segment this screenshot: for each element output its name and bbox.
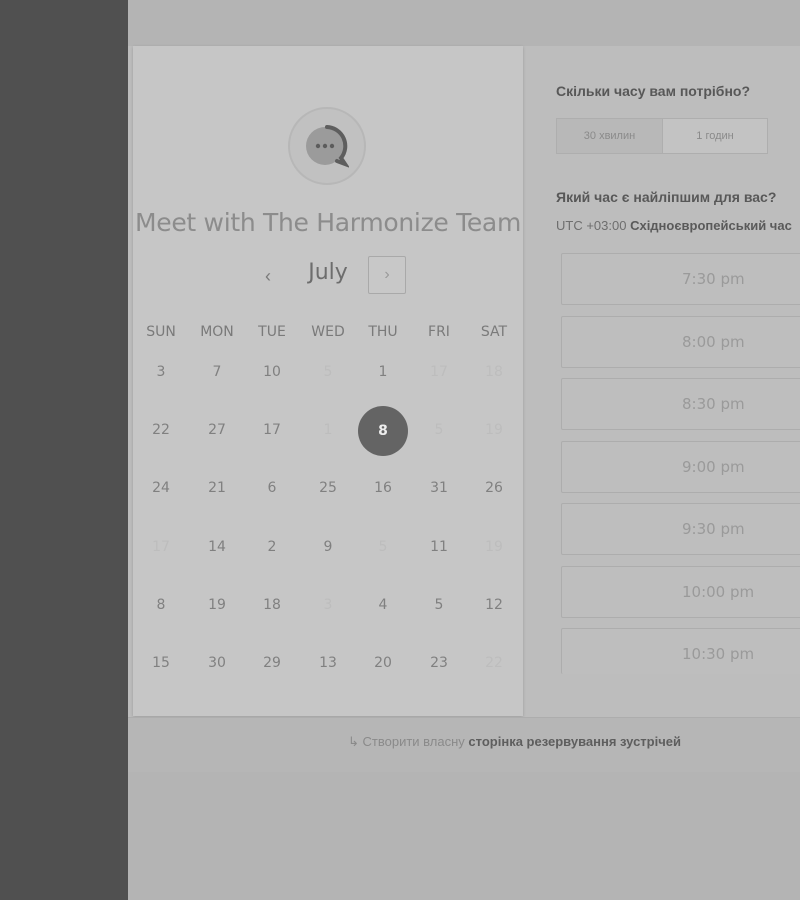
weekday-label: MON <box>200 324 234 340</box>
time-slot-label: 10:00 pm <box>682 583 755 601</box>
footer-prefix: Створити власну <box>362 734 465 749</box>
calendar-day: 22 <box>485 655 503 671</box>
footer-link-text: сторінка резервування зустрічей <box>468 734 681 749</box>
time-slot[interactable]: 8:00 pm <box>561 316 800 368</box>
time-slot[interactable]: 10:00 pm <box>561 566 800 618</box>
timezone-label[interactable]: UTC +03:00 Східноєвропейський час <box>556 218 792 233</box>
calendar-day: 1 <box>323 422 333 438</box>
calendar-day[interactable]: 15 <box>137 639 185 687</box>
time-slot[interactable]: 9:00 pm <box>561 441 800 493</box>
weekday-label: WED <box>311 324 345 340</box>
calendar-day: 18 <box>485 364 503 380</box>
calendar-card: Meet with The Harmonize Team ‹ July › SU… <box>133 46 523 716</box>
left-sidebar <box>0 0 128 900</box>
calendar-day: 17 <box>430 364 448 380</box>
weekday-label: FRI <box>428 324 450 340</box>
calendar-day[interactable]: 13 <box>304 639 352 687</box>
time-question: Який час є найліпшим для вас? <box>556 189 777 205</box>
time-slot[interactable]: 7:30 pm <box>561 253 800 305</box>
calendar-day[interactable]: 8 <box>137 581 185 629</box>
calendar-day: 19 <box>485 422 503 438</box>
calendar-day[interactable]: 5 <box>415 581 463 629</box>
calendar-day[interactable]: 25 <box>304 464 352 512</box>
calendar-day[interactable]: 11 <box>415 523 463 571</box>
calendar-day[interactable]: 26 <box>470 464 518 512</box>
calendar-title: Meet with The Harmonize Team <box>134 208 522 237</box>
calendar-day: 5 <box>323 364 333 380</box>
timezone-offset: UTC +03:00 <box>556 218 627 233</box>
prev-month-icon[interactable]: ‹ <box>253 261 283 291</box>
calendar-day-selected[interactable]: 8 <box>358 406 408 456</box>
calendar-day[interactable]: 7 <box>193 348 241 396</box>
create-booking-page-link[interactable]: ↳ Створити власну сторінка резервування … <box>348 734 681 750</box>
next-month-icon[interactable]: › <box>368 256 406 294</box>
calendar-day[interactable]: 27 <box>193 406 241 454</box>
calendar-day[interactable]: 17 <box>248 406 296 454</box>
chat-bubble-icon <box>306 125 349 168</box>
weekday-label: SAT <box>480 324 508 340</box>
time-slot-label: 9:30 pm <box>682 520 745 538</box>
time-slot-label: 8:00 pm <box>682 333 745 351</box>
weekday-label: THU <box>368 324 398 340</box>
time-slot[interactable]: 8:30 pm <box>561 378 800 430</box>
calendar-day: 5 <box>434 422 444 438</box>
weekday-label: TUE <box>258 324 286 340</box>
calendar-day: 5 <box>378 539 388 555</box>
calendar-day[interactable]: 6 <box>248 464 296 512</box>
footer-bar: ↳ Створити власну сторінка резервування … <box>128 717 800 772</box>
calendar-day[interactable]: 22 <box>137 406 185 454</box>
weekday-label: SUN <box>146 324 176 340</box>
calendar-day[interactable]: 31 <box>415 464 463 512</box>
duration-option-30-min[interactable]: 30 хвилин <box>557 119 663 153</box>
calendar-day[interactable]: 4 <box>359 581 407 629</box>
duration-option-1-hour[interactable]: 1 годин <box>663 119 767 153</box>
time-slot-label: 7:30 pm <box>682 270 745 288</box>
calendar-day[interactable]: 16 <box>359 464 407 512</box>
calendar-day: 19 <box>485 539 503 555</box>
calendar-day[interactable]: 3 <box>137 348 185 396</box>
time-slot-label: 9:00 pm <box>682 458 745 476</box>
month-label: July <box>308 260 348 285</box>
time-slot-label: 8:30 pm <box>682 395 745 413</box>
timezone-name: Східноєвропейський час <box>630 218 792 233</box>
calendar-day[interactable]: 29 <box>248 639 296 687</box>
time-slot-label: 10:30 pm <box>682 645 755 663</box>
calendar-day[interactable]: 18 <box>248 581 296 629</box>
arrow-icon: ↳ <box>348 734 359 749</box>
calendar-day[interactable]: 14 <box>193 523 241 571</box>
weekday-header: SUN MON TUE WED THU FRI SAT <box>133 324 523 344</box>
duration-question: Скільки часу вам потрібно? <box>556 83 751 99</box>
calendar-day[interactable]: 30 <box>193 639 241 687</box>
calendar-day[interactable]: 12 <box>470 581 518 629</box>
calendar-day[interactable]: 2 <box>248 523 296 571</box>
time-slot[interactable]: 9:30 pm <box>561 503 800 555</box>
calendar-day: 17 <box>152 539 170 555</box>
calendar-day[interactable]: 9 <box>304 523 352 571</box>
time-slot[interactable]: 10:30 pm <box>561 628 800 674</box>
calendar-day[interactable]: 24 <box>137 464 185 512</box>
calendar-day[interactable]: 10 <box>248 348 296 396</box>
calendar-day: 3 <box>323 597 333 613</box>
calendar-day[interactable]: 19 <box>193 581 241 629</box>
calendar-day[interactable]: 21 <box>193 464 241 512</box>
month-navigation: ‹ July › <box>133 256 523 296</box>
calendar-day[interactable]: 23 <box>415 639 463 687</box>
avatar <box>288 107 366 185</box>
calendar-day[interactable]: 1 <box>359 348 407 396</box>
duration-options: 30 хвилин 1 годин <box>556 118 768 154</box>
calendar-day[interactable]: 20 <box>359 639 407 687</box>
